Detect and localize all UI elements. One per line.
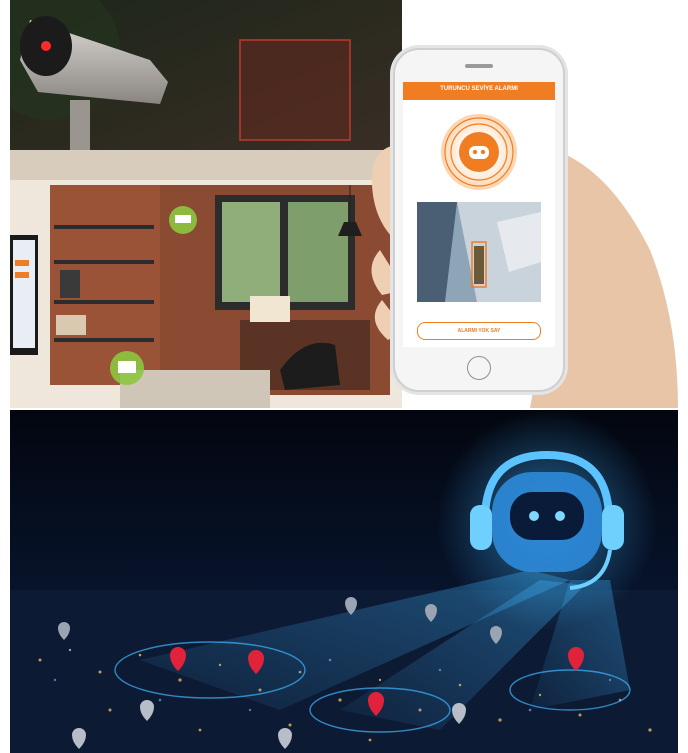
office-scene — [10, 0, 678, 408]
router-icon — [169, 206, 197, 234]
monitor-icon — [110, 351, 144, 385]
top-illustration: TURUNCU SEVİYE ALARMI ALARMI YOK SAY — [10, 0, 678, 408]
robot-face-icon — [441, 114, 517, 190]
home-button[interactable] — [467, 356, 491, 380]
alarm-header-title: TURUNCU SEVİYE ALARMI — [440, 86, 518, 92]
phone-screen: TURUNCU SEVİYE ALARMI ALARMI YOK SAY — [403, 82, 555, 347]
ignore-alarm-button[interactable]: ALARMI YOK SAY — [417, 322, 541, 340]
camera-feed-image — [417, 202, 541, 302]
ignore-alarm-label: ALARMI YOK SAY — [457, 328, 501, 334]
smartphone: TURUNCU SEVİYE ALARMI ALARMI YOK SAY — [393, 48, 565, 392]
city-night-scene — [10, 410, 678, 753]
alarm-header: TURUNCU SEVİYE ALARMI — [403, 82, 555, 100]
bottom-illustration — [10, 410, 678, 753]
phone-speaker — [465, 64, 493, 68]
